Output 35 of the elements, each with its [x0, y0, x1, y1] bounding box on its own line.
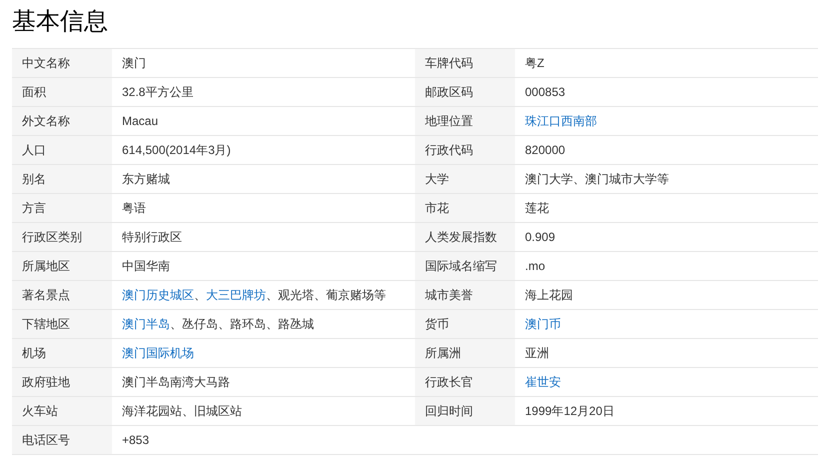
value-link[interactable]: 崔世安 — [525, 374, 561, 390]
field-label: 电话区号 — [12, 426, 112, 455]
field-label: 货币 — [415, 310, 515, 339]
field-label: 行政长官 — [415, 368, 515, 397]
field-label: 国际域名缩写 — [415, 252, 515, 281]
field-label: 别名 — [12, 165, 112, 194]
field-label: 外文名称 — [12, 107, 112, 136]
field-label: 市花 — [415, 194, 515, 223]
field-label: 人口 — [12, 136, 112, 165]
value-link[interactable]: 珠江口西南部 — [525, 112, 597, 130]
link[interactable]: 澳门半岛 — [122, 316, 170, 332]
link[interactable]: 大三巴牌坊 — [206, 286, 266, 304]
field-label: 行政区类别 — [12, 223, 112, 252]
field-label: 车牌代码 — [415, 49, 515, 78]
link[interactable]: 澳门历史城区 — [122, 286, 194, 304]
field-label: 政府驻地 — [12, 368, 112, 397]
value-link[interactable]: 澳门币 — [525, 316, 561, 332]
field-label: 方言 — [12, 194, 112, 223]
field-label: 所属洲 — [415, 339, 515, 368]
field-label: 城市美誉 — [415, 281, 515, 310]
field-label: 火车站 — [12, 397, 112, 426]
section-title: 基本信息 — [12, 7, 109, 37]
field-label: 大学 — [415, 165, 515, 194]
field-label: 中文名称 — [12, 49, 112, 78]
field-label: 地理位置 — [415, 107, 515, 136]
field-label: 面积 — [12, 78, 112, 107]
field-label: 所属地区 — [12, 252, 112, 281]
field-label: 回归时间 — [415, 397, 515, 426]
value-link[interactable]: 澳门国际机场 — [122, 344, 194, 362]
field-label: 机场 — [12, 339, 112, 368]
field-label: 著名景点 — [12, 281, 112, 310]
field-label: 行政代码 — [415, 136, 515, 165]
field-label: 下辖地区 — [12, 310, 112, 339]
field-label: 邮政区码 — [415, 78, 515, 107]
field-label: 人类发展指数 — [415, 223, 515, 252]
